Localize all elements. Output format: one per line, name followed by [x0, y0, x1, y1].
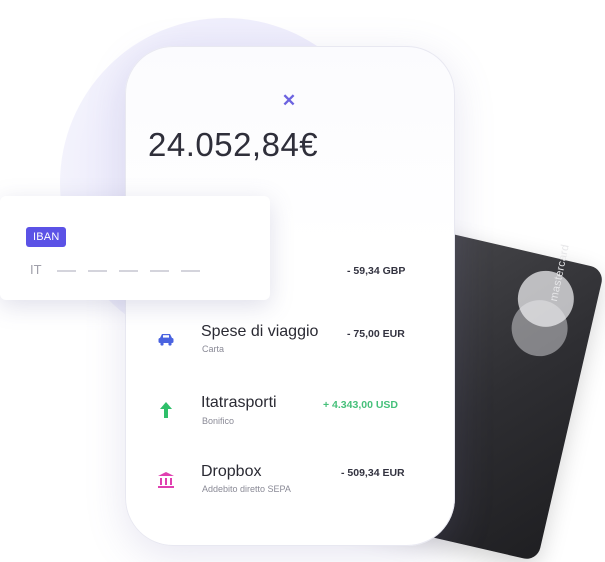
- app-logo-icon: ✕: [281, 91, 297, 110]
- transaction-amount: - 59,34 GBP: [347, 265, 406, 277]
- transaction-amount: - 509,34 EUR: [341, 467, 405, 479]
- iban-country-prefix: IT: [30, 262, 42, 277]
- iban-mask-dash: [57, 270, 76, 272]
- arrow-up-icon: [155, 399, 177, 421]
- car-icon: [155, 328, 177, 350]
- transaction-title: Itatrasporti: [201, 394, 277, 411]
- account-balance: 24.052,84€: [148, 126, 319, 163]
- transaction-subtitle: Addebito diretto SEPA: [202, 484, 291, 494]
- transaction-amount: + 4.343,00 USD: [323, 399, 399, 411]
- transaction-amount: - 75,00 EUR: [347, 328, 405, 340]
- transaction-title: Dropbox: [201, 463, 262, 480]
- iban-card[interactable]: [0, 196, 270, 300]
- iban-mask-dash: [150, 270, 169, 272]
- iban-badge: IBAN: [26, 227, 67, 247]
- transaction-title: Spese di viaggio: [201, 323, 319, 340]
- transaction-subtitle: Bonifico: [202, 416, 235, 426]
- iban-mask-dash: [88, 270, 107, 272]
- iban-mask-dash: [181, 270, 200, 272]
- transaction-subtitle: Carta: [202, 344, 225, 354]
- iban-mask-dash: [119, 270, 138, 272]
- bank-icon: [155, 469, 177, 491]
